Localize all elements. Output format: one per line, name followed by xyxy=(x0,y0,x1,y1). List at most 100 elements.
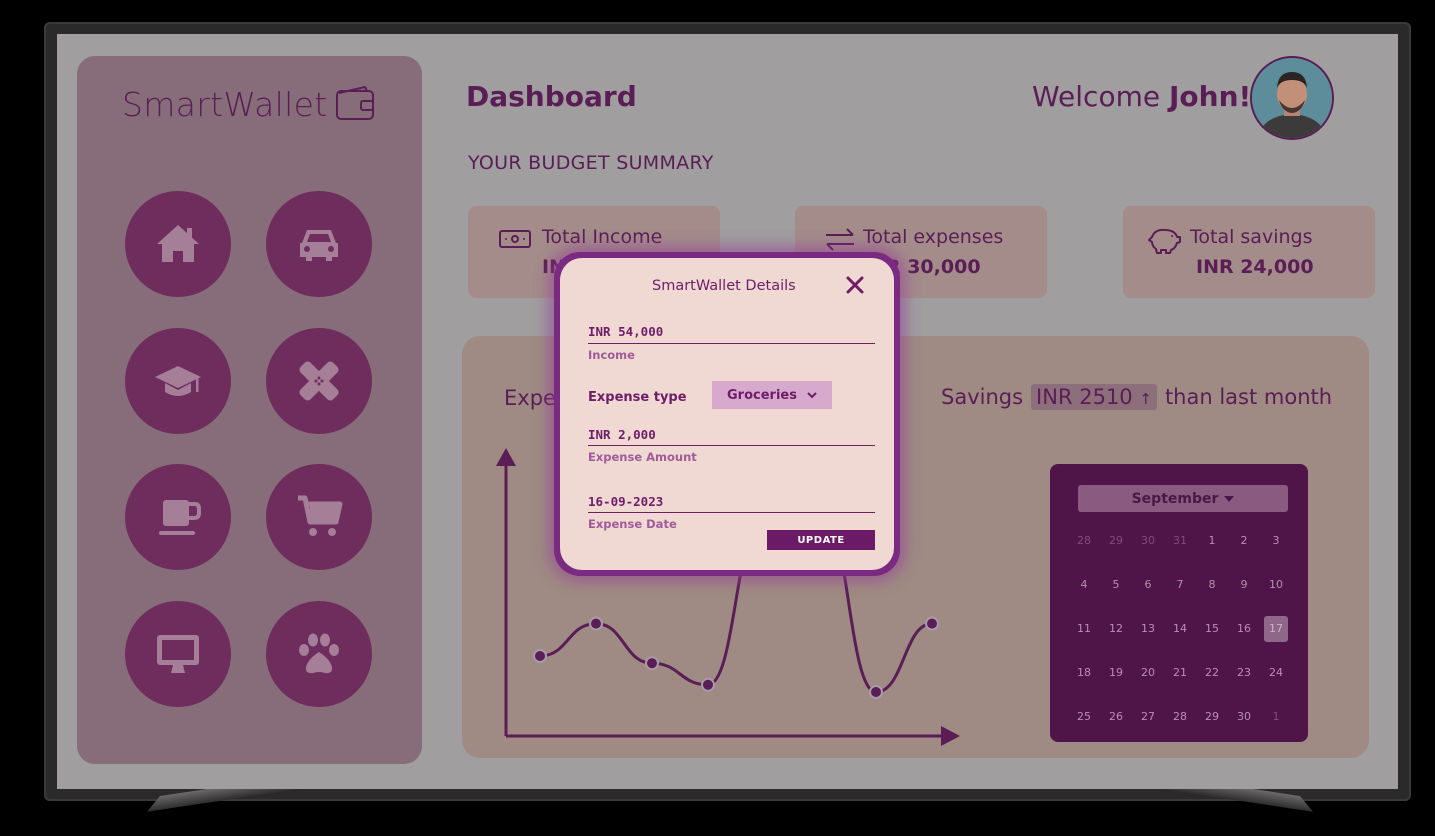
calendar: September 28 29 30 31 1 2 3 4 5 6 7 8 9 10 11 12 13 14 15 1… xyxy=(1050,464,1308,742)
monitor-icon xyxy=(157,635,199,673)
app-logo: SmartWallet xyxy=(122,84,377,124)
calendar-day[interactable]: 20 xyxy=(1132,660,1164,686)
calendar-day[interactable]: 29 xyxy=(1100,528,1132,554)
coffee-cup-icon xyxy=(159,500,201,535)
nav-coffee-button[interactable] xyxy=(125,464,231,570)
chevron-down-icon xyxy=(807,391,817,398)
data-point xyxy=(645,656,659,671)
data-point xyxy=(533,649,547,663)
expense-type-select[interactable]: Groceries xyxy=(712,381,832,409)
data-point xyxy=(869,685,883,699)
series-points xyxy=(533,616,939,699)
car-icon xyxy=(300,230,338,261)
y-axis-arrow xyxy=(496,448,516,466)
data-point xyxy=(589,616,603,631)
calendar-day[interactable]: 22 xyxy=(1196,660,1228,686)
income-input[interactable]: INR 54,000 xyxy=(588,324,663,339)
calendar-day[interactable]: 15 xyxy=(1196,616,1228,642)
welcome-message: Welcome John! xyxy=(1032,80,1251,113)
income-label: Total Income xyxy=(542,226,663,248)
expense-date-input[interactable]: 16-09-2023 xyxy=(588,494,663,509)
calendar-day[interactable]: 4 xyxy=(1068,572,1100,598)
details-modal: SmartWallet Details INR 54,000 Income Ex… xyxy=(560,258,894,570)
cash-icon xyxy=(499,230,531,248)
nav-education-button[interactable] xyxy=(125,328,231,434)
home-icon xyxy=(157,225,199,262)
calendar-day[interactable]: 14 xyxy=(1164,616,1196,642)
income-underline xyxy=(588,343,875,344)
savings-change-amount: INR 2510 xyxy=(1036,385,1133,409)
close-icon[interactable] xyxy=(844,274,866,296)
nav-pets-button[interactable] xyxy=(266,601,372,707)
calendar-day[interactable]: 11 xyxy=(1068,616,1100,642)
app-name: SmartWallet xyxy=(122,84,328,124)
page-title: Dashboard xyxy=(466,80,637,113)
calendar-day[interactable]: 19 xyxy=(1100,660,1132,686)
calendar-day[interactable]: 23 xyxy=(1228,660,1260,686)
savings-comparison: Savings INR 2510 ↑ than last month xyxy=(941,384,1332,410)
calendar-day[interactable]: 13 xyxy=(1132,616,1164,642)
x-axis-arrow xyxy=(941,726,960,746)
calendar-day[interactable]: 1 xyxy=(1196,528,1228,554)
calendar-day[interactable]: 2 xyxy=(1228,528,1260,554)
calendar-day[interactable]: 31 xyxy=(1164,528,1196,554)
expense-type-value: Groceries xyxy=(727,387,797,403)
welcome-prefix: Welcome xyxy=(1032,80,1169,113)
calendar-day[interactable]: 30 xyxy=(1228,704,1260,730)
nav-computer-button[interactable] xyxy=(125,601,231,707)
transfer-icon xyxy=(826,228,854,251)
calendar-day[interactable]: 25 xyxy=(1068,704,1100,730)
nav-home-button[interactable] xyxy=(125,191,231,297)
data-point xyxy=(925,616,939,631)
nav-car-button[interactable] xyxy=(266,191,372,297)
calendar-day[interactable]: 28 xyxy=(1068,528,1100,554)
calendar-day[interactable]: 10 xyxy=(1260,572,1292,598)
calendar-day[interactable]: 8 xyxy=(1196,572,1228,598)
expenses-label: Total expenses xyxy=(863,226,1004,248)
calendar-day[interactable]: 12 xyxy=(1100,616,1132,642)
expense-amount-input[interactable]: INR 2,000 xyxy=(588,427,656,442)
avatar-photo xyxy=(1252,58,1332,138)
savings-value: INR 24,000 xyxy=(1196,256,1314,278)
calendar-day[interactable]: 18 xyxy=(1068,660,1100,686)
calendar-day[interactable]: 9 xyxy=(1228,572,1260,598)
update-button[interactable]: UPDATE xyxy=(767,530,875,550)
month-label: September xyxy=(1131,490,1219,507)
amount-underline xyxy=(588,445,875,446)
graduation-cap-icon xyxy=(155,366,201,396)
calendar-day[interactable]: 17 xyxy=(1264,616,1288,642)
calendar-day[interactable]: 24 xyxy=(1260,660,1292,686)
calendar-day[interactable]: 1 xyxy=(1260,704,1292,730)
budget-summary-heading: YOUR BUDGET SUMMARY xyxy=(468,152,714,174)
income-field-label: Income xyxy=(588,348,635,362)
calendar-day[interactable]: 7 xyxy=(1164,572,1196,598)
savings-suffix: than last month xyxy=(1164,385,1333,409)
arrow-up-icon: ↑ xyxy=(1139,390,1152,408)
expense-type-label: Expense type xyxy=(588,390,687,405)
calendar-day[interactable]: 3 xyxy=(1260,528,1292,554)
savings-label: Total savings xyxy=(1190,226,1313,248)
savings-card: Total savings INR 24,000 xyxy=(1123,206,1375,298)
screen: SmartWallet Dashboard Welcome John! YOUR… xyxy=(57,34,1398,789)
calendar-day[interactable]: 28 xyxy=(1164,704,1196,730)
calendar-day[interactable]: 26 xyxy=(1100,704,1132,730)
sidebar: SmartWallet xyxy=(77,56,422,764)
nav-shopping-button[interactable] xyxy=(266,464,372,570)
nav-health-button[interactable] xyxy=(266,328,372,434)
avatar[interactable] xyxy=(1250,56,1334,140)
calendar-day[interactable]: 21 xyxy=(1164,660,1196,686)
month-select[interactable]: September xyxy=(1078,485,1288,512)
shopping-cart-icon xyxy=(298,495,343,536)
calendar-day[interactable]: 16 xyxy=(1228,616,1260,642)
expenses-chart-label: Expe xyxy=(504,386,556,410)
calendar-day[interactable]: 5 xyxy=(1100,572,1132,598)
expense-amount-label: Expense Amount xyxy=(588,450,697,464)
calendar-day[interactable]: 27 xyxy=(1132,704,1164,730)
calendar-day[interactable]: 29 xyxy=(1196,704,1228,730)
bandage-icon xyxy=(299,361,339,401)
calendar-grid: 28 29 30 31 1 2 3 4 5 6 7 8 9 10 11 12 13 14 15 16 17 18 19 20 2… xyxy=(1068,528,1298,730)
calendar-day[interactable]: 30 xyxy=(1132,528,1164,554)
modal-title: SmartWallet Details xyxy=(652,278,796,294)
calendar-day[interactable]: 6 xyxy=(1132,572,1164,598)
piggy-bank-icon xyxy=(1148,228,1181,254)
